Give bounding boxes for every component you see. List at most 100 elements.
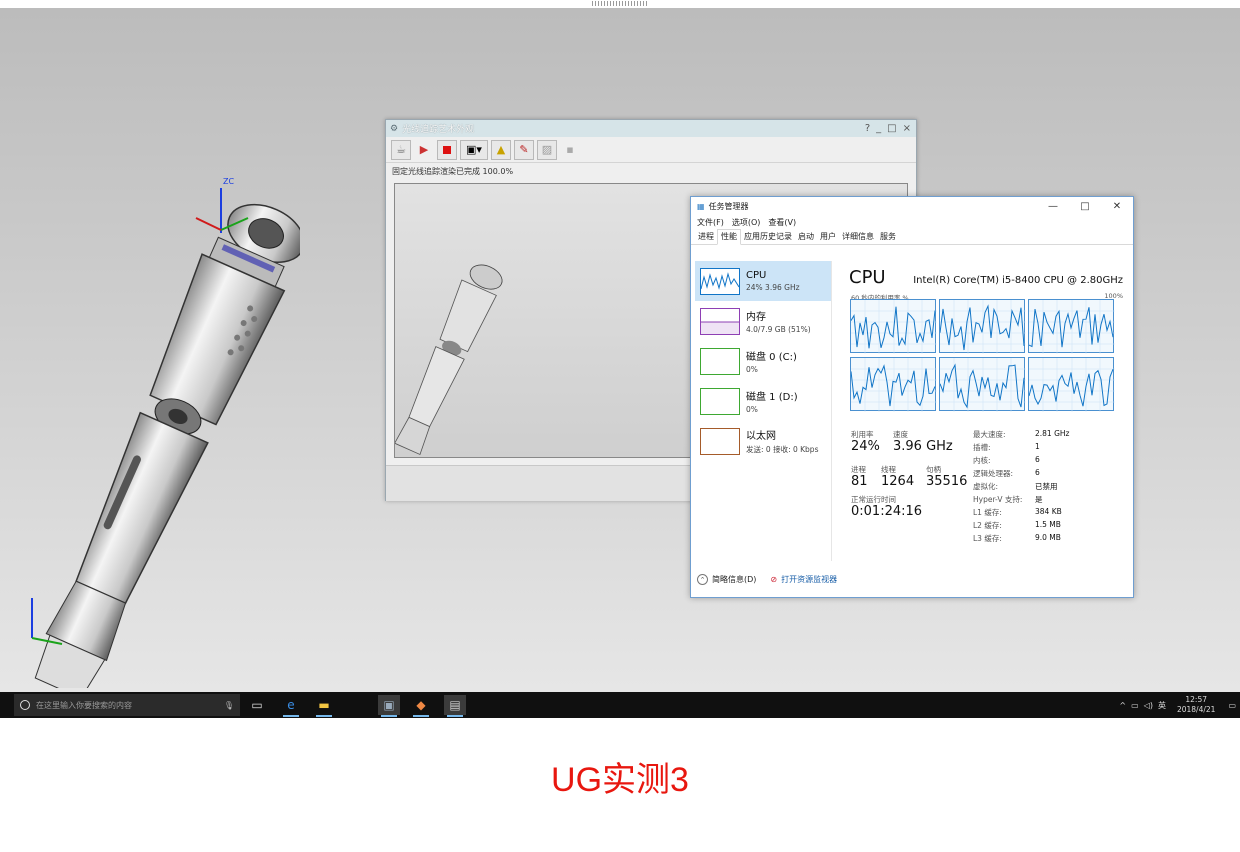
render-window-titlebar[interactable]: ⚙ 光线追踪艺术外观 ? _ □ × bbox=[386, 120, 916, 137]
edge-icon[interactable]: e bbox=[280, 695, 302, 717]
caption: UG实测3 bbox=[551, 761, 689, 799]
microphone-icon[interactable]: 🎙 bbox=[224, 701, 234, 710]
menu-view[interactable]: 查看(V) bbox=[768, 217, 796, 228]
menu-bar: 文件(F) 选项(O) 查看(V) bbox=[691, 216, 1133, 229]
processes-value: 81 bbox=[851, 474, 868, 489]
taskbar: 在这里输入你要搜索的内容 🎙 ▭ e ▬ ▣ ◆ ▤ ^ ▭ ◁) 英 12:5… bbox=[0, 692, 1240, 718]
task-manager-window[interactable]: ▦ 任务管理器 — □ ✕ 文件(F) 选项(O) 查看(V) 进程 性能 应用… bbox=[690, 196, 1134, 598]
axis-label-zc: ZC bbox=[223, 177, 234, 186]
performance-sidebar: CPU 24% 3.96 GHz 内存 4.0/7.9 GB (51%) 磁盘 … bbox=[695, 261, 832, 561]
cpu-core-graph bbox=[939, 357, 1026, 412]
chevron-up-icon[interactable]: ^ bbox=[1119, 701, 1126, 710]
open-resource-monitor-link[interactable]: 打开资源监视器 bbox=[781, 574, 837, 585]
detail-key: Hyper-V 支持: bbox=[973, 495, 1023, 504]
play-icon[interactable]: ▶ bbox=[414, 140, 434, 160]
detail-value: 6 bbox=[1035, 455, 1040, 464]
memory-thumbnail bbox=[700, 307, 740, 335]
clear-icon[interactable]: ▨ bbox=[537, 139, 557, 160]
task-manager-title: 任务管理器 bbox=[708, 202, 749, 211]
task-view-icon[interactable]: ▭ bbox=[246, 695, 268, 715]
file-explorer-icon[interactable]: ▬ bbox=[313, 695, 335, 717]
uptime-value: 0:01:24:16 bbox=[851, 504, 923, 519]
tab-performance[interactable]: 性能 bbox=[717, 229, 741, 245]
cpu-heading: CPU bbox=[849, 267, 886, 288]
handles-value: 35516 bbox=[926, 474, 968, 489]
tab-processes[interactable]: 进程 bbox=[695, 231, 717, 244]
image-icon[interactable]: ▲ bbox=[491, 139, 511, 160]
teapot-icon[interactable]: ☕ bbox=[391, 139, 411, 160]
detail-key: L1 缓存: bbox=[973, 508, 1002, 517]
cpu-panel: CPU Intel(R) Core(TM) i5-8400 CPU @ 2.80… bbox=[841, 261, 1125, 561]
cpu-core-graph bbox=[1028, 357, 1115, 412]
camera-icon[interactable]: ▣▾ bbox=[460, 139, 488, 160]
disk-thumbnail bbox=[700, 387, 740, 415]
detail-key: 内核: bbox=[973, 456, 991, 465]
resource-monitor-icon: ⊘ bbox=[770, 575, 778, 584]
render-status: 固定光线追踪渲染已完成 100.0% bbox=[392, 167, 514, 176]
tab-strip: 进程 性能 应用历史记录 启动 用户 详细信息 服务 bbox=[691, 229, 1133, 245]
detail-key: 虚拟化: bbox=[973, 482, 999, 491]
detail-value: 已禁用 bbox=[1035, 482, 1058, 491]
save-icon[interactable]: ▪ bbox=[560, 140, 580, 160]
tab-users[interactable]: 用户 bbox=[817, 231, 839, 244]
help-button[interactable]: ? bbox=[865, 123, 870, 134]
sidebar-item-memory[interactable]: 内存 4.0/7.9 GB (51%) bbox=[695, 301, 831, 341]
color-palette-icon[interactable]: ✎ bbox=[514, 139, 534, 160]
tab-startup[interactable]: 启动 bbox=[795, 231, 817, 244]
render-window-title: 光线追踪艺术外观 bbox=[402, 125, 475, 135]
maximize-button[interactable]: □ bbox=[887, 123, 896, 134]
splitter-grip[interactable] bbox=[592, 1, 648, 6]
task-manager-icon: ▦ bbox=[697, 202, 705, 211]
gear-icon: ⚙ bbox=[390, 123, 399, 134]
cpu-core-graphs bbox=[850, 299, 1118, 413]
render-app-icon[interactable]: ◆ bbox=[410, 695, 432, 717]
sidebar-item-ethernet[interactable]: 以太网 发送: 0 接收: 0 Kbps bbox=[695, 421, 831, 461]
utilization-value: 24% bbox=[851, 439, 880, 454]
sidebar-item-label: 内存 bbox=[746, 312, 766, 323]
brief-info-link[interactable]: 简略信息(D) bbox=[712, 574, 756, 585]
cpu-model: Intel(R) Core(TM) i5-8400 CPU @ 2.80GHz bbox=[913, 275, 1123, 286]
sidebar-item-disk-0[interactable]: 磁盘 0 (C:) 0% bbox=[695, 341, 831, 381]
tab-services[interactable]: 服务 bbox=[877, 231, 899, 244]
tab-details[interactable]: 详细信息 bbox=[839, 231, 877, 244]
cpu-core-graph bbox=[850, 357, 937, 412]
top-strip bbox=[0, 0, 1240, 8]
detail-value: 2.81 GHz bbox=[1035, 429, 1070, 438]
volume-icon[interactable]: ◁) bbox=[1144, 701, 1153, 710]
sidebar-item-value: 0% bbox=[746, 365, 758, 374]
nx-app-icon[interactable]: ▣ bbox=[378, 695, 400, 717]
chevron-up-icon[interactable]: ⌃ bbox=[697, 574, 708, 585]
sidebar-item-value: 发送: 0 接收: 0 Kbps bbox=[746, 445, 819, 454]
sidebar-item-disk-1[interactable]: 磁盘 1 (D:) 0% bbox=[695, 381, 831, 421]
close-button[interactable]: × bbox=[903, 123, 911, 134]
sidebar-item-cpu[interactable]: CPU 24% 3.96 GHz bbox=[695, 261, 831, 301]
task-manager-titlebar[interactable]: ▦ 任务管理器 — □ ✕ bbox=[691, 197, 1133, 216]
sidebar-item-label: 以太网 bbox=[746, 431, 776, 442]
menu-options[interactable]: 选项(O) bbox=[732, 217, 761, 228]
ethernet-thumbnail bbox=[700, 427, 740, 455]
minimize-button[interactable]: _ bbox=[876, 123, 881, 134]
detail-key: L3 缓存: bbox=[973, 534, 1002, 543]
input-language[interactable]: 英 bbox=[1158, 700, 1166, 711]
menu-file[interactable]: 文件(F) bbox=[697, 217, 724, 228]
close-button[interactable]: ✕ bbox=[1101, 201, 1133, 212]
clock[interactable]: 12:57 2018/4/21 bbox=[1177, 695, 1215, 715]
notification-icon[interactable]: ▭ bbox=[1228, 701, 1236, 710]
search-box[interactable]: 在这里输入你要搜索的内容 🎙 bbox=[14, 694, 240, 716]
maximize-button[interactable]: □ bbox=[1069, 201, 1101, 212]
detail-value: 1.5 MB bbox=[1035, 520, 1061, 529]
clock-date: 2018/4/21 bbox=[1176, 705, 1216, 714]
cpu-thumbnail bbox=[700, 267, 740, 295]
task-manager-taskbar-icon[interactable]: ▤ bbox=[444, 695, 466, 717]
speed-value: 3.96 GHz bbox=[893, 439, 953, 454]
detail-key: 逻辑处理器: bbox=[973, 469, 1014, 478]
detail-value: 384 KB bbox=[1035, 507, 1062, 516]
tab-app-history[interactable]: 应用历史记录 bbox=[741, 231, 795, 244]
sidebar-item-label: CPU bbox=[746, 270, 767, 281]
cad-viewport[interactable]: ZC ⚙ 光线追踪艺术外观 ? _ □ × ☕ ▶ ▣▾ ▲ ✎ ▨ ▪ 固定光… bbox=[0, 8, 1240, 692]
detail-value: 6 bbox=[1035, 468, 1040, 477]
minimize-button[interactable]: — bbox=[1037, 201, 1069, 212]
detail-value: 9.0 MB bbox=[1035, 533, 1061, 542]
stop-icon[interactable] bbox=[437, 139, 457, 160]
network-icon[interactable]: ▭ bbox=[1131, 701, 1139, 710]
